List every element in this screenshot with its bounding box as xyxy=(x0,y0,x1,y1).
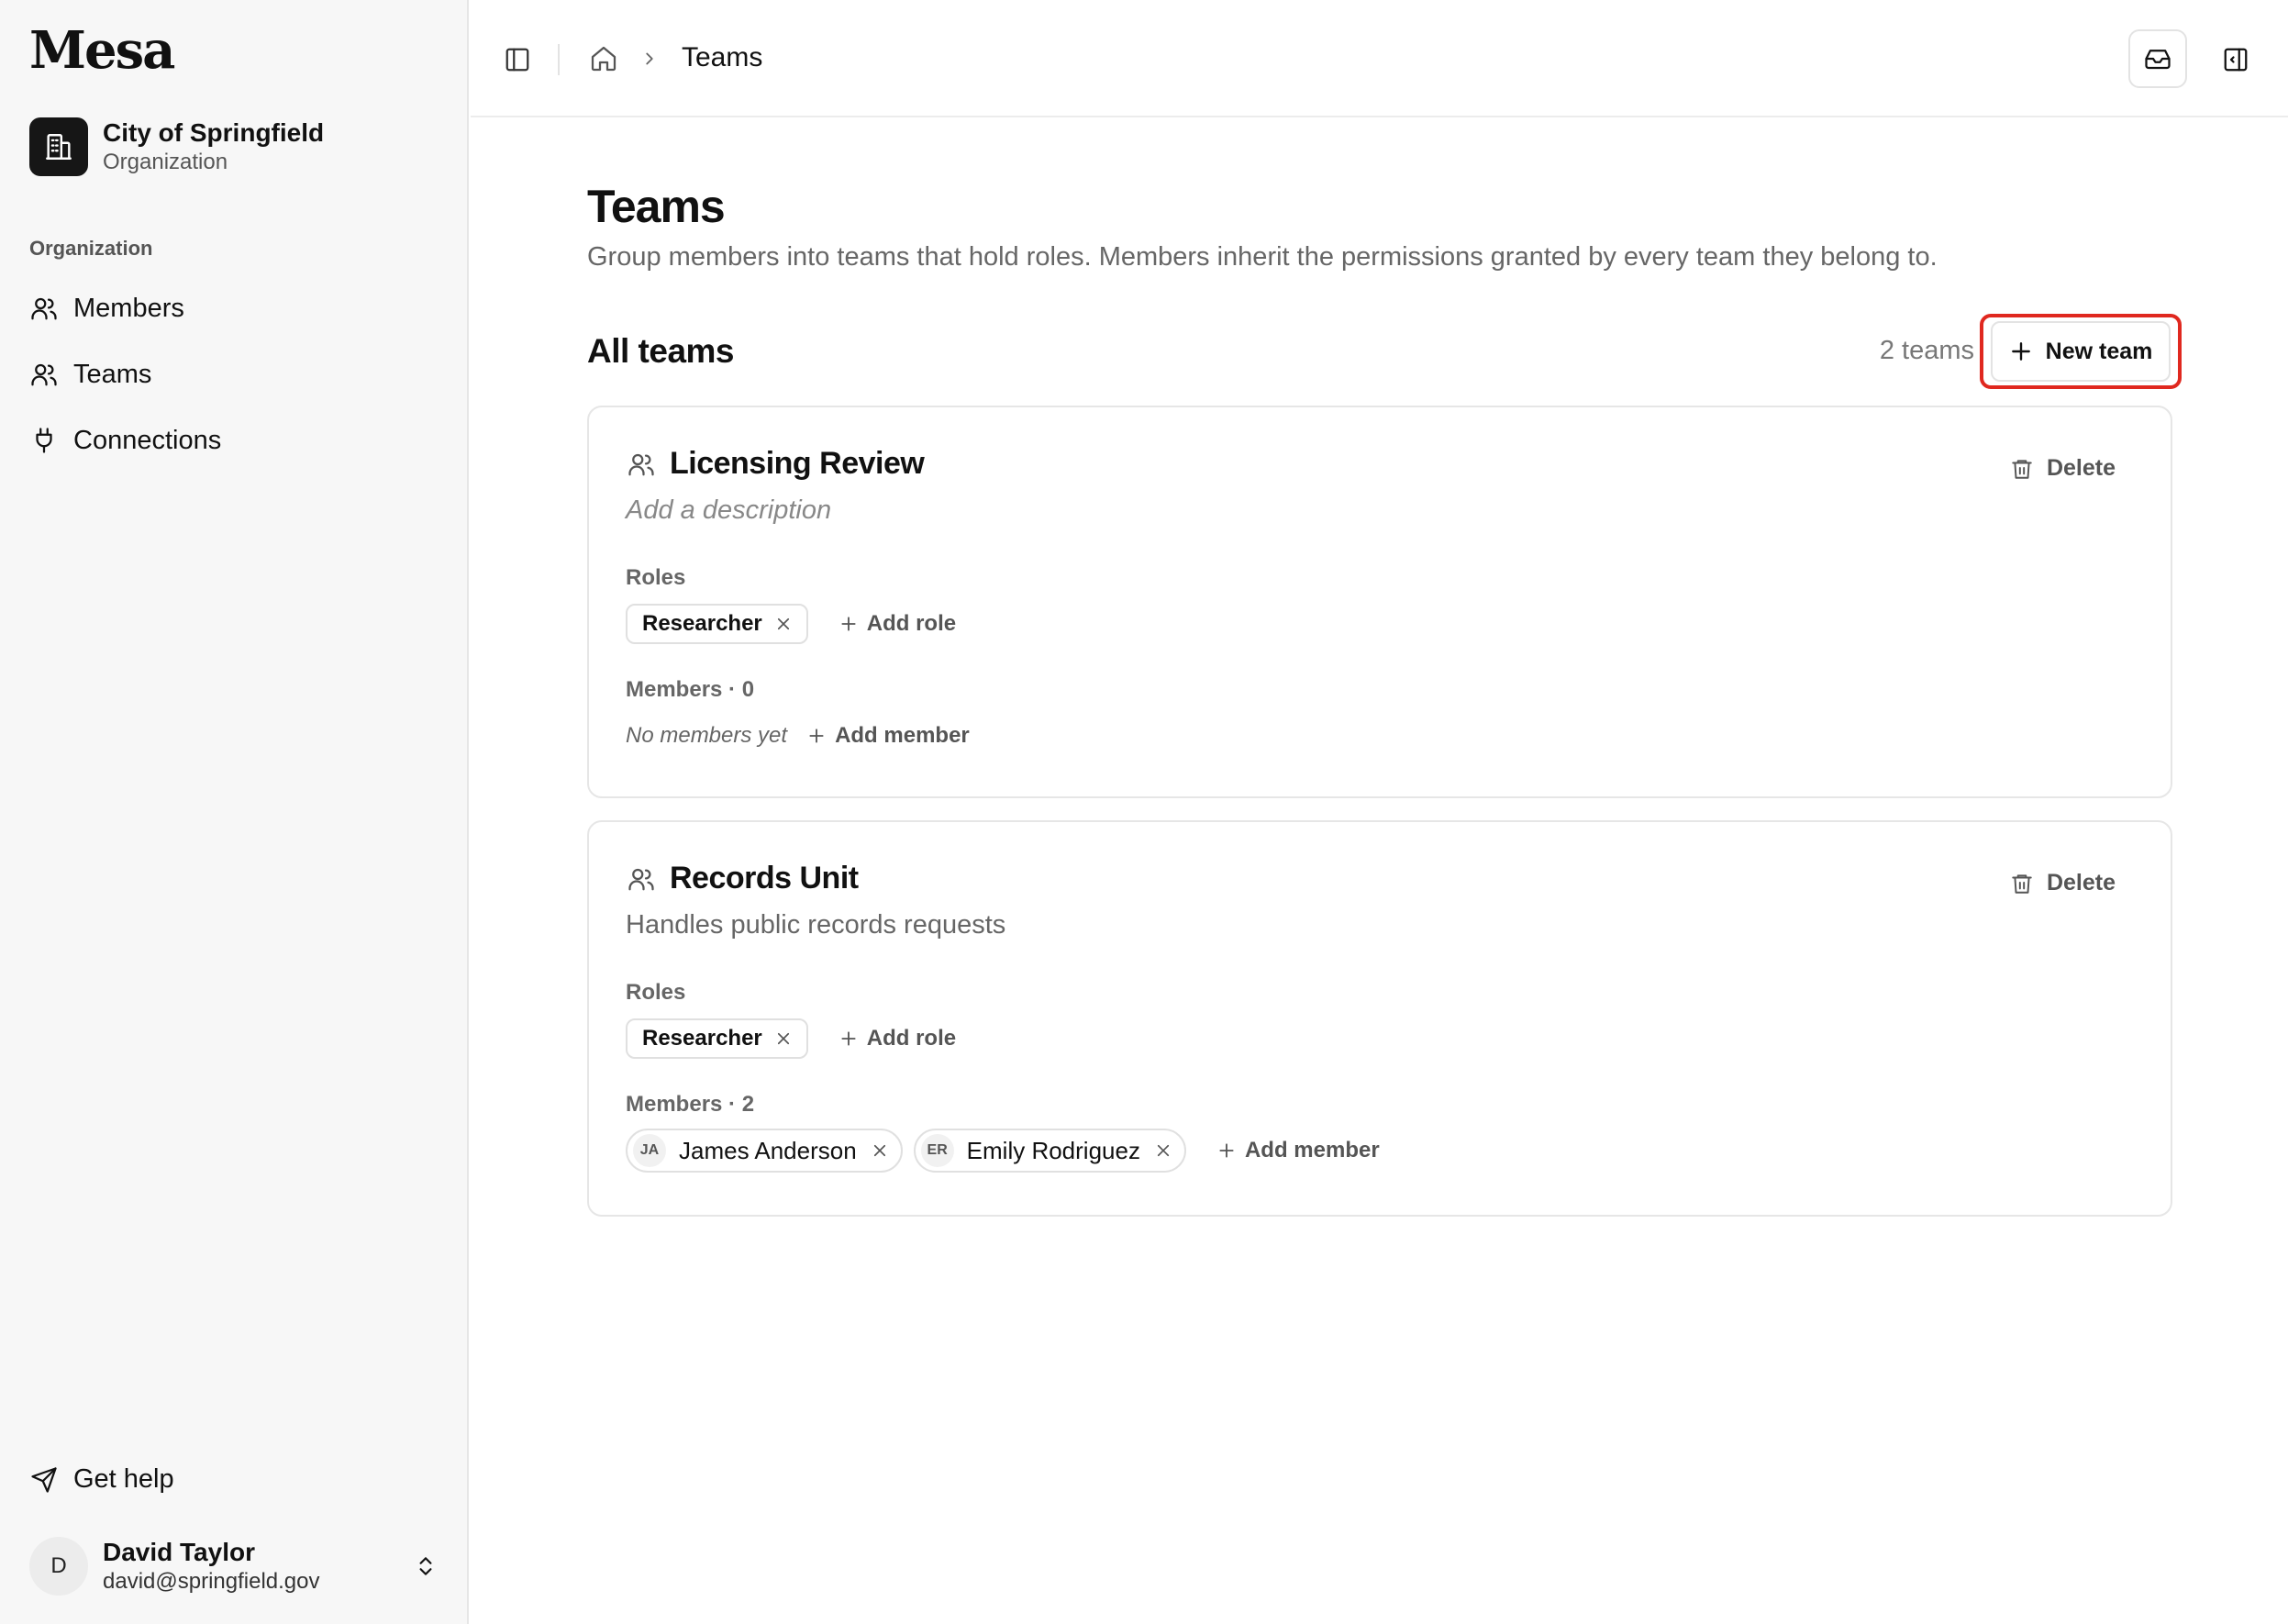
delete-label: Delete xyxy=(2046,455,2116,481)
plus-icon xyxy=(2009,339,2033,363)
add-role-button[interactable]: Add role xyxy=(839,1026,956,1051)
teams-icon xyxy=(29,360,59,389)
roles-label: Roles xyxy=(626,980,686,1005)
breadcrumb-current: Teams xyxy=(682,42,763,72)
delete-label: Delete xyxy=(2046,870,2116,895)
sidebar: Mesa City of Springfield Organization Or… xyxy=(0,0,469,1624)
avatar: JA xyxy=(633,1134,666,1167)
team-name[interactable]: Records Unit xyxy=(670,861,859,896)
get-help-label: Get help xyxy=(73,1464,174,1494)
topbar-divider xyxy=(558,44,560,75)
role-chip: Researcher xyxy=(626,1018,808,1059)
panel-right-toggle-icon[interactable] xyxy=(2220,44,2251,75)
team-icon xyxy=(626,449,657,480)
trash-icon xyxy=(2010,872,2034,895)
members-row: JA James Anderson ER Emily Rodriguez Add… xyxy=(626,1129,1380,1173)
member-chip: JA James Anderson xyxy=(626,1129,903,1173)
sidebar-item-label: Connections xyxy=(73,425,222,455)
add-role-button[interactable]: Add role xyxy=(839,611,956,637)
sidebar-item-members[interactable]: Members xyxy=(29,290,184,327)
roles-row: Researcher Add role xyxy=(626,604,956,644)
add-member-label: Add member xyxy=(1244,1138,1380,1162)
home-icon[interactable] xyxy=(587,42,620,75)
sidebar-item-label: Teams xyxy=(73,359,152,389)
user-email: david@springfield.gov xyxy=(103,1569,320,1594)
org-name: City of Springfield xyxy=(103,118,325,147)
role-label: Researcher xyxy=(642,611,762,636)
plus-icon xyxy=(839,1029,858,1048)
get-help-link[interactable]: Get help xyxy=(29,1464,174,1495)
user-name: David Taylor xyxy=(103,1538,255,1566)
plus-icon xyxy=(1217,1141,1236,1160)
members-icon xyxy=(29,294,59,323)
members-row: No members yet Add member xyxy=(626,716,970,756)
close-icon[interactable] xyxy=(872,1142,888,1159)
inbox-icon xyxy=(2144,45,2171,72)
org-switcher[interactable]: City of Springfield Organization xyxy=(29,117,324,176)
sidebar-toggle-icon[interactable] xyxy=(502,44,533,75)
top-bar: Teams xyxy=(471,0,2288,117)
team-description-input[interactable]: Handles public records requests xyxy=(626,910,1005,940)
section-title: All teams xyxy=(587,332,735,370)
add-role-label: Add role xyxy=(866,611,957,636)
role-label: Researcher xyxy=(642,1026,762,1051)
roles-row: Researcher Add role xyxy=(626,1018,956,1059)
sidebar-item-connections[interactable]: Connections xyxy=(29,422,221,459)
add-member-button[interactable]: Add member xyxy=(1217,1138,1380,1163)
team-count: 2 teams xyxy=(1879,336,1974,365)
nav-section-label: Organization xyxy=(29,237,153,260)
org-type: Organization xyxy=(103,150,228,174)
user-menu[interactable]: D David Taylor david@springfield.gov xyxy=(29,1534,440,1598)
add-member-button[interactable]: Add member xyxy=(807,723,970,749)
empty-members-note: No members yet xyxy=(626,723,788,748)
team-description-input[interactable]: Add a description xyxy=(626,495,831,526)
members-label: Members · 0 xyxy=(626,677,755,702)
page-title: Teams xyxy=(587,181,726,232)
app-logo[interactable]: Mesa xyxy=(29,20,175,81)
building-icon xyxy=(29,117,88,176)
member-name: Emily Rodriguez xyxy=(966,1136,1140,1164)
team-icon xyxy=(626,863,657,895)
plug-icon xyxy=(29,426,59,455)
plus-icon xyxy=(839,615,858,633)
member-name: James Anderson xyxy=(679,1136,857,1164)
roles-label: Roles xyxy=(626,565,686,590)
chevron-right-icon xyxy=(638,46,661,72)
team-name[interactable]: Licensing Review xyxy=(670,446,925,482)
inbox-button[interactable] xyxy=(2128,29,2187,88)
team-card: Records Unit Handles public records requ… xyxy=(587,820,2172,1217)
new-team-button[interactable]: New team xyxy=(1991,321,2171,382)
page-description: Group members into teams that hold roles… xyxy=(587,242,1938,272)
close-icon[interactable] xyxy=(775,1030,792,1047)
sidebar-item-label: Members xyxy=(73,293,184,323)
delete-team-button[interactable]: Delete xyxy=(2010,455,2116,482)
team-card: Licensing Review Add a description Delet… xyxy=(587,406,2172,798)
add-member-label: Add member xyxy=(835,723,970,748)
avatar: D xyxy=(29,1537,88,1596)
trash-icon xyxy=(2010,457,2034,481)
sidebar-item-teams[interactable]: Teams xyxy=(29,356,151,393)
delete-team-button[interactable]: Delete xyxy=(2010,870,2116,896)
plus-icon xyxy=(807,727,826,745)
role-chip: Researcher xyxy=(626,604,808,644)
add-role-label: Add role xyxy=(866,1026,957,1051)
close-icon[interactable] xyxy=(775,616,792,632)
chevrons-up-down-icon xyxy=(411,1548,440,1585)
send-icon xyxy=(29,1465,59,1495)
new-team-label: New team xyxy=(2045,338,2153,364)
members-label: Members · 2 xyxy=(626,1092,755,1117)
avatar: ER xyxy=(920,1134,954,1167)
member-chip: ER Emily Rodriguez xyxy=(913,1129,1186,1173)
close-icon[interactable] xyxy=(1155,1142,1172,1159)
